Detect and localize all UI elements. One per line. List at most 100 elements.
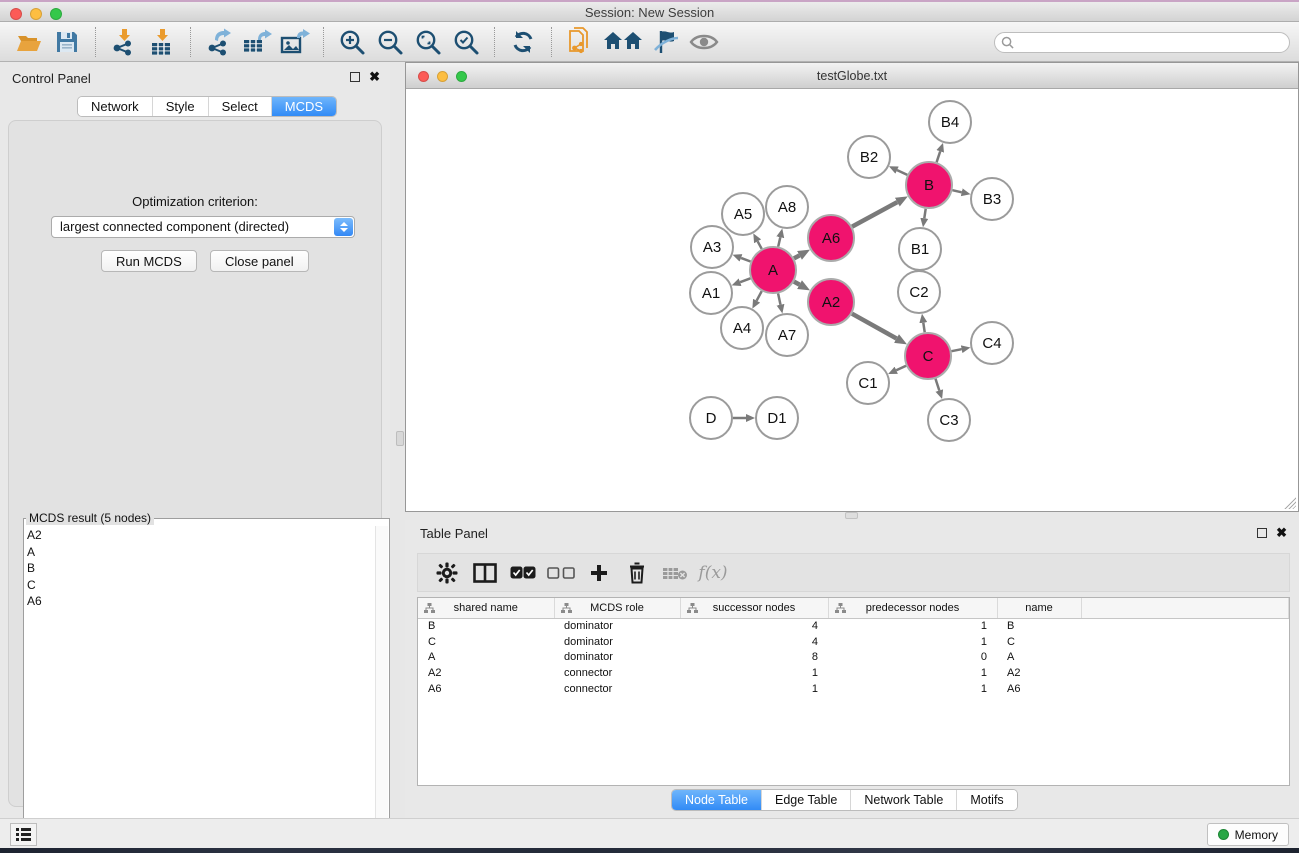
delete-column-icon[interactable] [620,560,654,586]
zoom-fit-icon[interactable] [413,27,443,57]
task-history-button[interactable] [10,823,37,846]
tab-style[interactable]: Style [152,97,208,116]
export-network-icon[interactable] [204,27,234,57]
table-cell-successors[interactable]: 8 [680,650,828,666]
graph-edge-A-A6[interactable] [794,255,800,258]
graph-edge-A2-C[interactable] [852,314,897,339]
refresh-icon[interactable] [508,27,538,57]
mcds-result-item[interactable]: A6 [27,593,42,610]
table-cell-name[interactable]: A6 [997,681,1081,697]
add-column-icon[interactable] [582,560,616,586]
graph-node-B2[interactable]: B2 [848,136,890,178]
table-cell-filler[interactable] [1081,634,1289,650]
table-cell-filler[interactable] [1081,650,1289,666]
table-cell-shared_name[interactable]: C [418,634,554,650]
table-cell-predecessors[interactable]: 1 [828,618,997,634]
mcds-result-item[interactable]: C [27,577,42,594]
tab-mcds[interactable]: MCDS [271,97,336,116]
open-folder-icon[interactable] [14,27,44,57]
mcds-result-scrollbar[interactable] [375,526,388,852]
tab-network[interactable]: Network [78,97,152,116]
float-panel-icon[interactable] [350,72,360,82]
search-field[interactable] [994,32,1290,53]
export-image-icon[interactable] [280,27,310,57]
mcds-result-item[interactable]: A2 [27,527,42,544]
tab-node-table[interactable]: Node Table [672,790,761,810]
table-row[interactable]: Cdominator41C [418,634,1289,650]
save-icon[interactable] [52,27,82,57]
graph-edge-B-B1[interactable] [924,209,925,219]
mcds-result-item[interactable]: B [27,560,42,577]
table-cell-predecessors[interactable]: 1 [828,665,997,681]
graph-node-A4[interactable]: A4 [721,307,763,349]
graph-edge-A-A5[interactable] [758,241,762,249]
graph-edge-A-A3[interactable] [741,258,751,262]
zoom-out-icon[interactable] [375,27,405,57]
mcds-result-item[interactable]: A [27,544,42,561]
table-cell-name[interactable]: B [997,618,1081,634]
graph-edge-A-A2[interactable] [794,282,800,285]
deselect-all-checkboxes-icon[interactable] [544,560,578,586]
graph-node-A6[interactable]: A6 [808,215,854,261]
graph-edge-B-B3[interactable] [952,190,961,192]
graph-node-A2[interactable]: A2 [808,279,854,325]
table-cell-shared_name[interactable]: A [418,650,554,666]
graph-node-C1[interactable]: C1 [847,362,889,404]
search-input[interactable] [1018,36,1283,50]
zoom-selected-icon[interactable] [451,27,481,57]
table-cell-predecessors[interactable]: 0 [828,650,997,666]
settings-gear-icon[interactable] [430,560,464,586]
float-table-panel-icon[interactable] [1257,528,1267,538]
import-network-icon[interactable] [109,27,139,57]
graph-node-D[interactable]: D [690,397,732,439]
memory-button[interactable]: Memory [1207,823,1289,846]
run-mcds-button[interactable]: Run MCDS [101,250,197,272]
graph-edge-A-A7[interactable] [778,294,780,305]
table-row[interactable]: A2connector11A2 [418,665,1289,681]
table-cell-mcds_role[interactable]: connector [554,665,680,681]
close-table-panel-icon[interactable]: ✖ [1276,528,1287,538]
tab-select[interactable]: Select [208,97,271,116]
import-table-icon[interactable] [147,27,177,57]
graph-node-A[interactable]: A [750,247,796,293]
table-cell-successors[interactable]: 1 [680,681,828,697]
split-columns-icon[interactable] [468,560,502,586]
graph-node-B4[interactable]: B4 [929,101,971,143]
table-cell-successors[interactable]: 4 [680,634,828,650]
graph-node-B[interactable]: B [906,162,952,208]
column-header-shared-name[interactable]: shared name [418,598,554,618]
table-cell-predecessors[interactable]: 1 [828,634,997,650]
show-hidden-eye-icon[interactable] [689,27,719,57]
column-header-mcds-role[interactable]: MCDS role [554,598,680,618]
table-cell-name[interactable]: C [997,634,1081,650]
table-cell-predecessors[interactable]: 1 [828,681,997,697]
zoom-in-icon[interactable] [337,27,367,57]
graph-node-A5[interactable]: A5 [722,193,764,235]
criterion-dropdown[interactable]: largest connected component (directed) [51,216,355,238]
horizontal-splitter-handle[interactable] [845,512,858,519]
close-panel-icon[interactable]: ✖ [369,72,380,82]
network-canvas[interactable]: B4B2BB3A8A5A6A3B1AC2A1A2A4A7C4CC1DD1C3 [406,89,1298,511]
close-panel-button[interactable]: Close panel [210,250,309,272]
graph-edge-A6-B[interactable] [852,202,897,227]
table-cell-name[interactable]: A [997,650,1081,666]
table-cell-mcds_role[interactable]: dominator [554,618,680,634]
column-header-name[interactable]: name [997,598,1081,618]
graph-node-B3[interactable]: B3 [971,178,1013,220]
table-cell-shared_name[interactable]: B [418,618,554,634]
table-cell-shared_name[interactable]: A2 [418,665,554,681]
graph-edge-B-B4[interactable] [937,151,941,162]
hide-flags-icon[interactable] [651,27,681,57]
table-cell-mcds_role[interactable]: dominator [554,634,680,650]
column-header-predecessor-nodes[interactable]: predecessor nodes [828,598,997,618]
graph-node-A1[interactable]: A1 [690,272,732,314]
table-cell-shared_name[interactable]: A6 [418,681,554,697]
tab-network-table[interactable]: Network Table [850,790,956,810]
tab-motifs[interactable]: Motifs [956,790,1016,810]
graph-edge-C-C3[interactable] [936,379,940,391]
table-row[interactable]: A6connector11A6 [418,681,1289,697]
tab-edge-table[interactable]: Edge Table [761,790,850,810]
select-all-checkboxes-icon[interactable] [506,560,540,586]
table-cell-mcds_role[interactable]: connector [554,681,680,697]
graph-node-D1[interactable]: D1 [756,397,798,439]
